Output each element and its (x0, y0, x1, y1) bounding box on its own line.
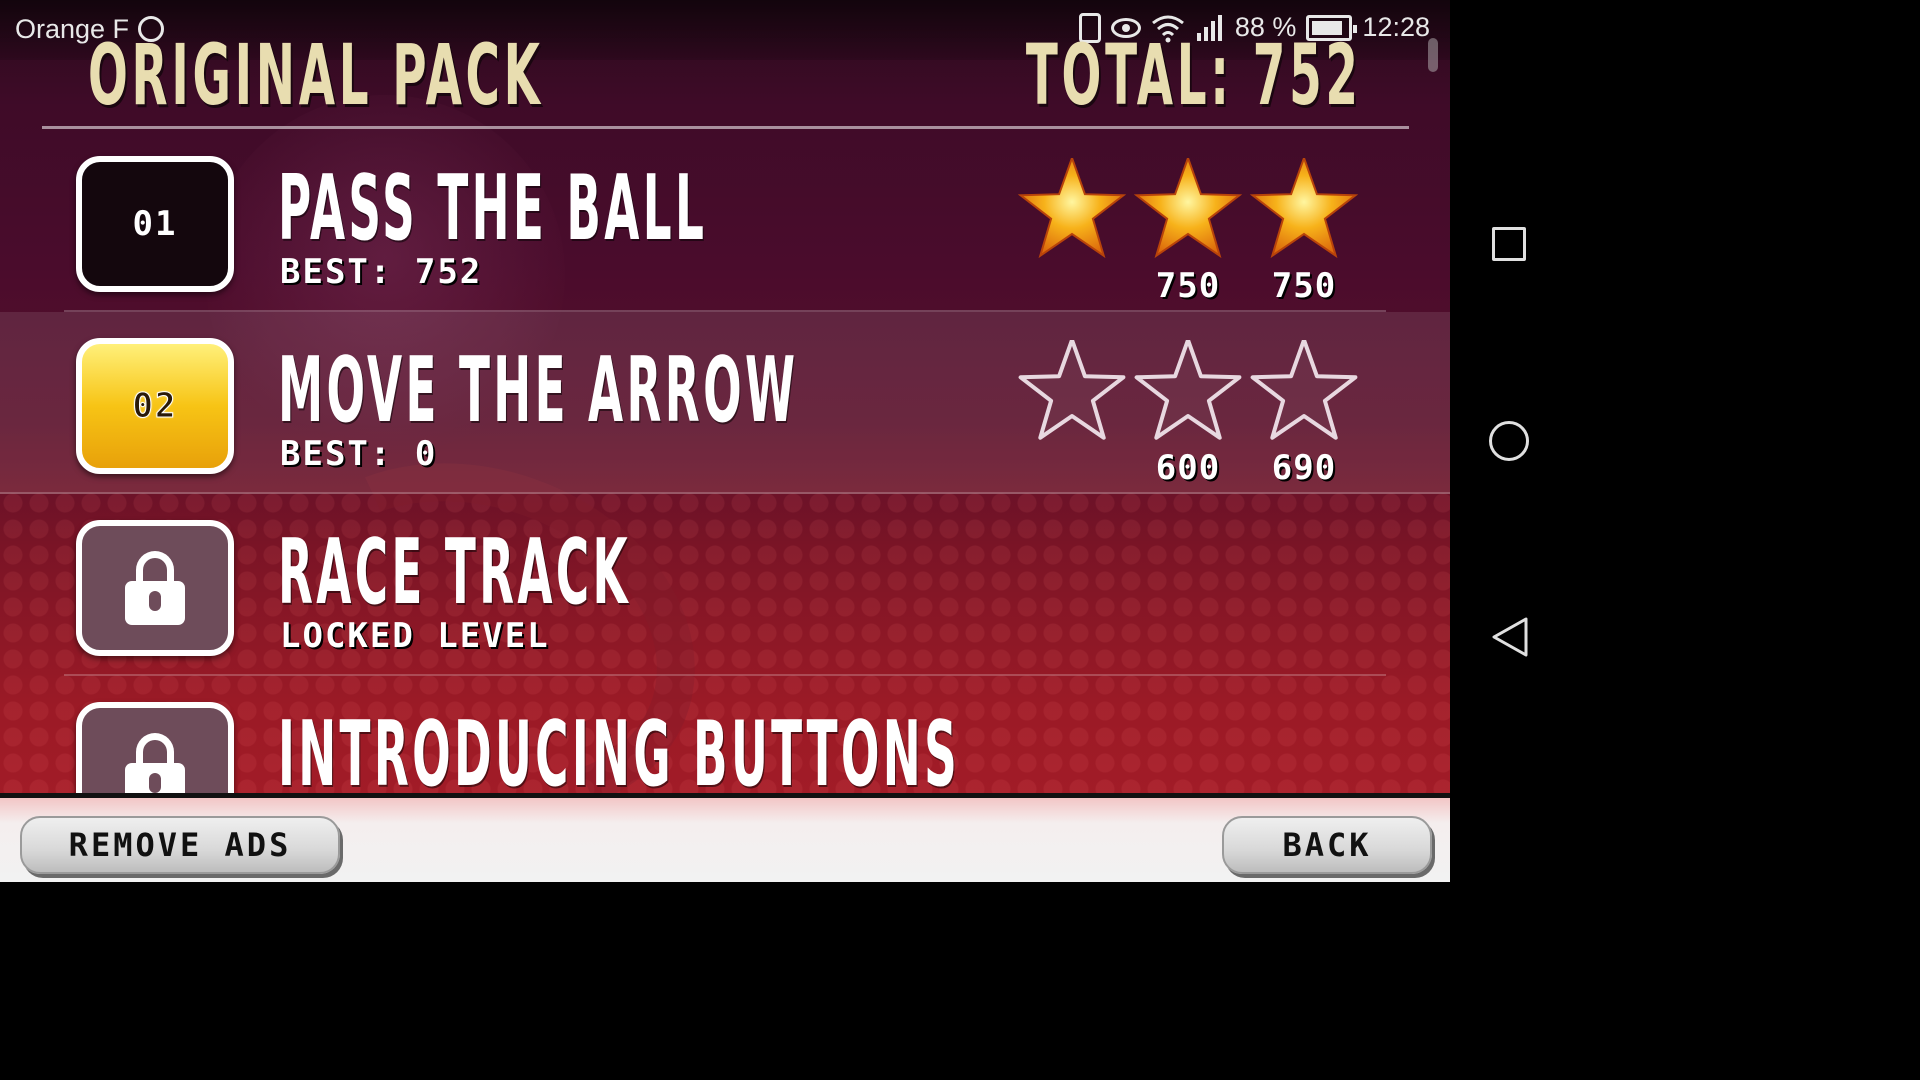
home-circle-icon[interactable] (1489, 421, 1529, 461)
best-value: 0 (414, 434, 438, 474)
level-name: MOVE THE ARROW (278, 338, 799, 443)
level-name: PASS THE BALL (278, 156, 708, 261)
level-badge[interactable]: 02 (76, 338, 234, 474)
star-rating: 600 690 (1016, 340, 1376, 490)
best-label: BEST: (280, 252, 393, 292)
level-row-content: 02 MOVE THE ARROW BEST: 0 600 690 (64, 312, 1386, 494)
level-row-race-track[interactable]: RACE TRACK LOCKED LEVEL (64, 494, 1386, 676)
total-label: TOTAL: (1026, 26, 1234, 124)
level-best-score: BEST: 752 (280, 252, 482, 292)
level-row-pass-the-ball[interactable]: 01 PASS THE BALL BEST: 752 750 750 (64, 130, 1386, 312)
game-screen: Orange F 88 % 12:28 ORIGINAL PACK TOTAL:… (0, 0, 1450, 882)
scroll-indicator[interactable] (1428, 38, 1438, 72)
total-value: 752 (1253, 26, 1362, 124)
star-filled-icon (1249, 158, 1359, 258)
back-triangle-icon[interactable] (1490, 616, 1530, 658)
level-badge-locked[interactable] (76, 520, 234, 656)
star-threshold: 750 (1271, 266, 1337, 306)
level-badge[interactable]: 01 (76, 156, 234, 292)
back-button[interactable]: BACK (1222, 816, 1432, 874)
level-number: 01 (132, 204, 178, 244)
star-threshold: 600 (1155, 448, 1221, 488)
star-filled-icon (1133, 158, 1243, 258)
level-name: RACE TRACK (278, 520, 632, 625)
star-empty-icon (1250, 340, 1358, 440)
star-threshold: 750 (1155, 266, 1221, 306)
level-row-move-the-arrow[interactable]: 02 MOVE THE ARROW BEST: 0 600 690 (0, 312, 1450, 494)
pack-title: ORIGINAL PACK (88, 26, 544, 124)
remove-ads-button[interactable]: REMOVE ADS (20, 816, 340, 874)
level-name: INTRODUCING BUTTONS (278, 702, 961, 807)
best-label: BEST: (280, 434, 393, 474)
locked-level-label: LOCKED LEVEL (280, 616, 550, 656)
best-value: 752 (414, 252, 483, 292)
total-score: TOTAL: 752 (1026, 26, 1362, 124)
lock-icon (125, 551, 185, 625)
header-divider (42, 126, 1409, 129)
bottom-bar: REMOVE ADS BACK (0, 793, 1450, 882)
level-number: 02 (132, 386, 178, 427)
android-nav-bar (1450, 0, 1568, 882)
star-rating: 750 750 (1016, 158, 1376, 308)
star-threshold: 690 (1271, 448, 1337, 488)
star-empty-icon (1018, 340, 1126, 440)
recents-square-icon[interactable] (1492, 227, 1526, 261)
level-best-score: BEST: 0 (280, 434, 437, 474)
clock: 12:28 (1362, 12, 1430, 42)
star-filled-icon (1017, 158, 1127, 258)
star-empty-icon (1134, 340, 1242, 440)
